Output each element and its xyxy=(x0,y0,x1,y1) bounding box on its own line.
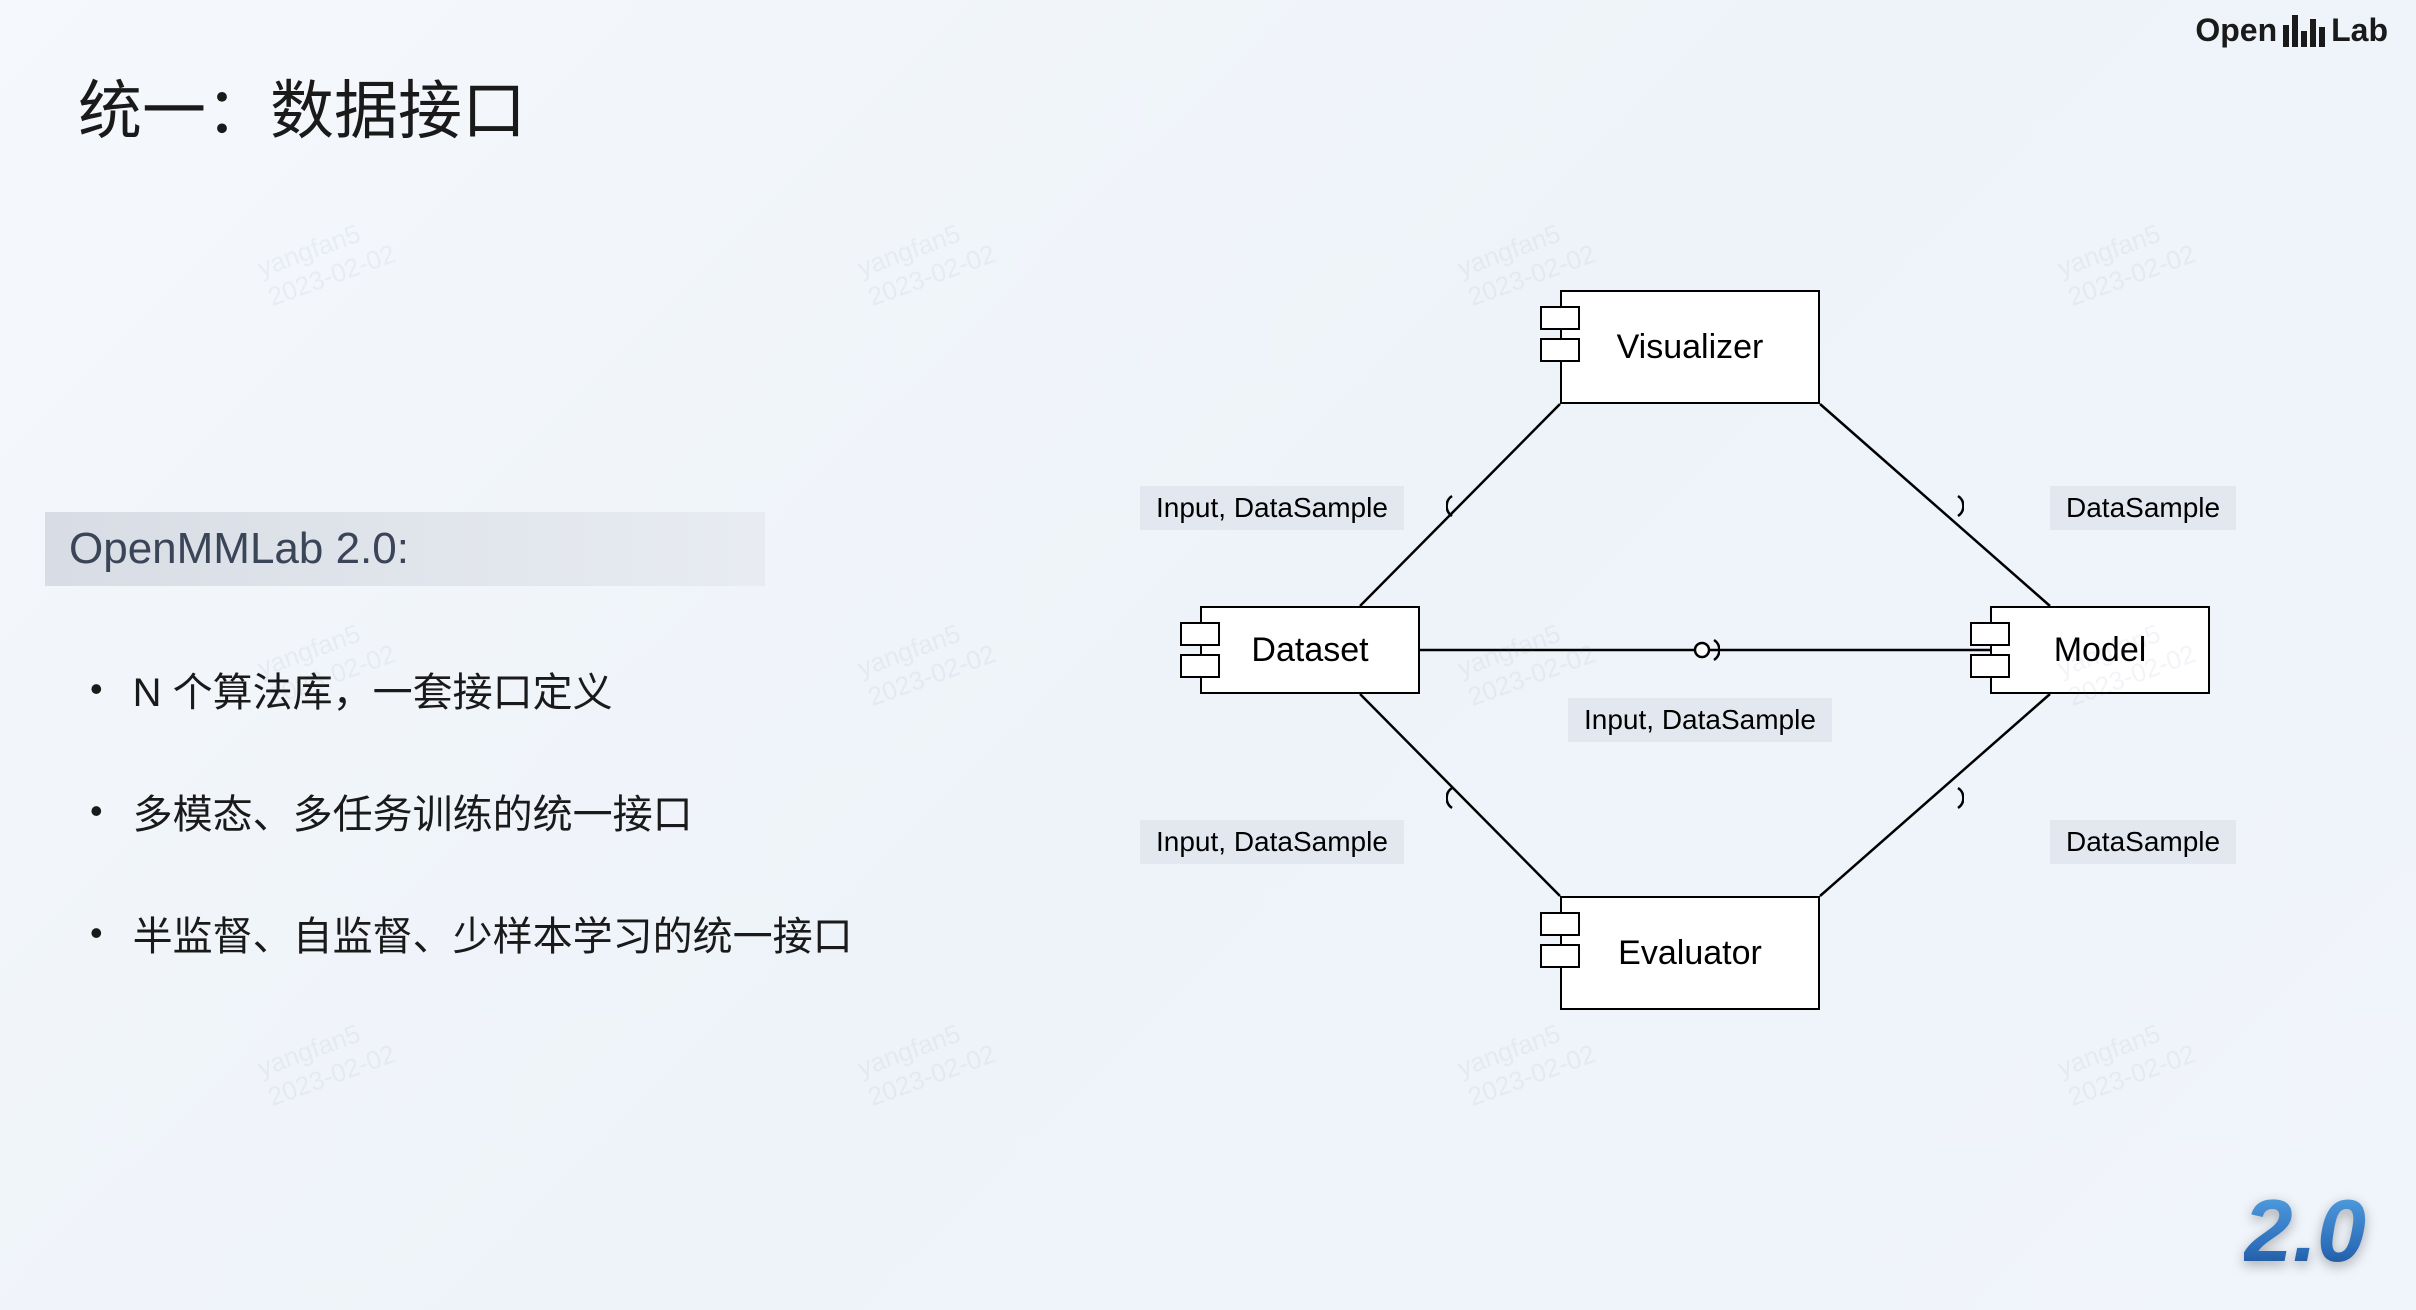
brand-logo: Open Lab xyxy=(2195,12,2388,49)
uml-component-icon xyxy=(1180,622,1220,686)
bullet-list: • N 个算法库，一套接口定义 • 多模态、多任务训练的统一接口 • 半监督、自… xyxy=(90,660,853,1026)
box-label: Visualizer xyxy=(1617,328,1764,367)
box-label: Evaluator xyxy=(1618,934,1762,973)
uml-component-icon xyxy=(1540,912,1580,976)
interface-socket-icon xyxy=(1936,492,1964,520)
interface-socket-icon xyxy=(1692,636,1720,664)
watermark: yangfan52023-02-02 xyxy=(853,1009,999,1113)
edge-label: Input, DataSample xyxy=(1568,698,1832,742)
bullet-text: 半监督、自监督、少样本学习的统一接口 xyxy=(133,904,853,962)
bullet-dot-icon: • xyxy=(90,790,103,832)
uml-visualizer: Visualizer xyxy=(1560,290,1820,404)
edge-label: Input, DataSample xyxy=(1140,820,1404,864)
interface-socket-icon xyxy=(1446,492,1474,520)
bullet-item: • 半监督、自监督、少样本学习的统一接口 xyxy=(90,904,853,962)
watermark: yangfan52023-02-02 xyxy=(853,209,999,313)
interface-socket-icon xyxy=(1936,784,1964,812)
edge-label: DataSample xyxy=(2050,820,2236,864)
subtitle-bar: OpenMMLab 2.0: xyxy=(45,512,765,586)
page-title: 统一：数据接口 xyxy=(78,60,526,152)
bullet-dot-icon: • xyxy=(90,912,103,954)
interface-socket-icon xyxy=(1446,784,1474,812)
architecture-diagram: Visualizer Dataset Model Evaluator Input… xyxy=(1180,280,2340,1040)
uml-component-icon xyxy=(1540,306,1580,370)
uml-component-icon xyxy=(1970,622,2010,686)
bullet-text: N 个算法库，一套接口定义 xyxy=(133,660,613,718)
uml-model: Model xyxy=(1990,606,2210,694)
bullet-text: 多模态、多任务训练的统一接口 xyxy=(133,782,693,840)
watermark: yangfan52023-02-02 xyxy=(853,609,999,713)
box-label: Dataset xyxy=(1251,631,1368,670)
edge-label: DataSample xyxy=(2050,486,2236,530)
bullet-dot-icon: • xyxy=(90,668,103,710)
version-badge: 2.0 xyxy=(2244,1180,2366,1282)
bullet-item: • N 个算法库，一套接口定义 xyxy=(90,660,853,718)
box-label: Model xyxy=(2054,631,2147,670)
logo-bars-icon xyxy=(2283,15,2325,47)
uml-dataset: Dataset xyxy=(1200,606,1420,694)
edge-label: Input, DataSample xyxy=(1140,486,1404,530)
logo-suffix: Lab xyxy=(2331,12,2388,49)
subtitle-text: OpenMMLab 2.0: xyxy=(69,524,409,574)
logo-prefix: Open xyxy=(2195,12,2277,49)
bullet-item: • 多模态、多任务训练的统一接口 xyxy=(90,782,853,840)
watermark: yangfan52023-02-02 xyxy=(253,209,399,313)
uml-evaluator: Evaluator xyxy=(1560,896,1820,1010)
